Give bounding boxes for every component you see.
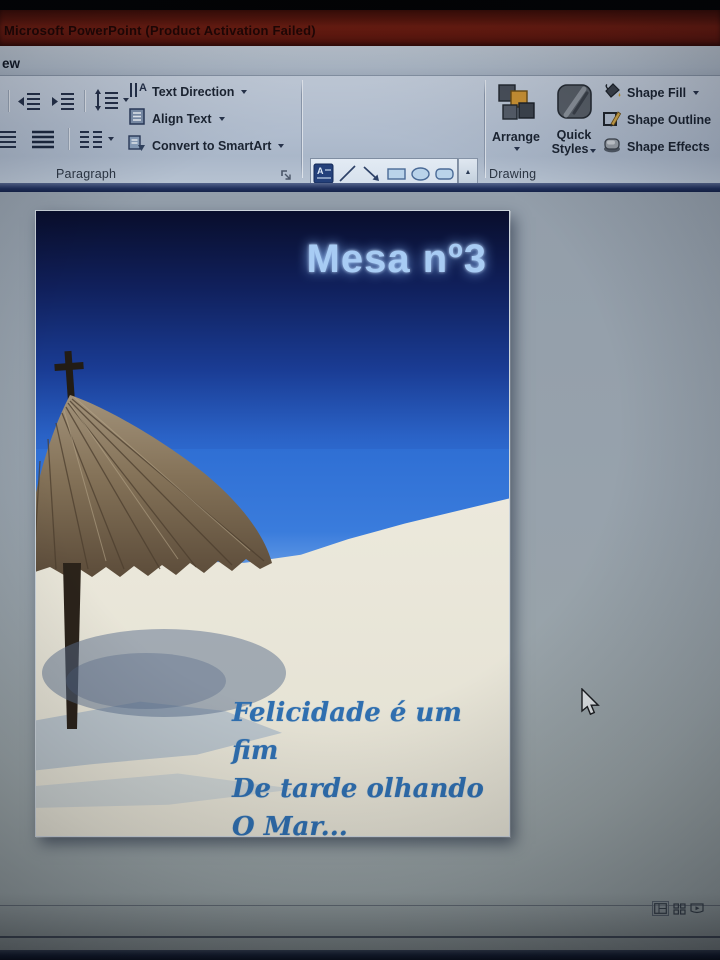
shape-outline-icon	[602, 109, 622, 132]
separator	[8, 90, 9, 112]
arrange-button[interactable]: Arrange	[487, 83, 545, 152]
caption-line: Felicidade é um fim	[232, 698, 462, 766]
arrange-icon	[495, 83, 537, 130]
ribbon-border	[0, 183, 720, 192]
normal-view-button[interactable]	[652, 901, 669, 916]
increase-indent-button[interactable]	[50, 90, 76, 112]
photo-edge	[0, 0, 720, 10]
columns-button[interactable]	[78, 128, 114, 150]
svg-text:A: A	[139, 82, 147, 94]
title-bar: Microsoft PowerPoint (Product Activation…	[0, 10, 720, 46]
text-direction-icon: A	[128, 80, 147, 104]
separator	[68, 128, 69, 150]
dropdown-caret	[590, 149, 597, 154]
caption-line: O Mar...	[232, 812, 348, 837]
ribbon: A Text Direction Align Text Convert to S…	[0, 76, 720, 244]
slide-show-view-button[interactable]	[690, 902, 704, 915]
group-separator	[484, 80, 485, 178]
taskbar-edge	[0, 950, 720, 960]
justify-button[interactable]	[30, 128, 56, 150]
dropdown-caret	[514, 147, 520, 152]
dropdown-caret	[218, 117, 225, 121]
shape-fill-icon	[602, 82, 622, 105]
shape-fill-button[interactable]: Shape Fill	[602, 82, 700, 105]
mouse-cursor	[580, 687, 602, 723]
decrease-indent-button[interactable]	[16, 90, 42, 112]
group-separator	[301, 80, 302, 178]
tab-view-partial[interactable]: ew	[2, 56, 20, 71]
status-bar-border	[0, 936, 720, 938]
dropdown-caret	[693, 91, 700, 95]
paragraph-group-label: Paragraph	[56, 167, 117, 181]
dropdown-caret	[241, 90, 248, 94]
dropdown-caret	[278, 144, 285, 148]
workspace: Mesa nº3 Felicidade é um fim De tarde ol…	[0, 192, 720, 960]
quick-styles-button[interactable]: Quick Styles	[548, 83, 600, 157]
convert-to-smartart-button[interactable]: Convert to SmartArt	[128, 134, 285, 158]
svg-text:A: A	[317, 166, 324, 176]
slide-canvas[interactable]: Mesa nº3 Felicidade é um fim De tarde ol…	[35, 210, 510, 837]
smartart-icon	[128, 134, 147, 158]
align-text-button[interactable]: Align Text	[128, 108, 225, 130]
window-title: Microsoft PowerPoint (Product Activation…	[4, 23, 316, 38]
text-direction-button[interactable]: A Text Direction	[128, 80, 248, 104]
quick-styles-icon	[554, 83, 594, 128]
align-left-button-partial[interactable]	[0, 128, 18, 150]
ribbon-tab-row: ew	[0, 46, 720, 76]
caption-line: De tarde olhando	[232, 774, 484, 804]
dropdown-caret	[108, 137, 114, 141]
line-spacing-button[interactable]	[93, 88, 129, 112]
align-text-icon	[128, 107, 147, 131]
drawing-group-label: Drawing	[489, 167, 537, 181]
view-switcher	[652, 901, 704, 916]
slide-sorter-view-button[interactable]	[673, 902, 686, 915]
shape-effects-button[interactable]: Shape Effects	[602, 136, 710, 158]
slide-title-text[interactable]: Mesa nº3	[36, 237, 487, 282]
separator	[84, 90, 85, 112]
status-bar-border	[0, 905, 720, 906]
slide-caption-text[interactable]: Felicidade é um fim De tarde olhando O M…	[232, 694, 509, 837]
shape-outline-button[interactable]: Shape Outline	[602, 109, 711, 131]
shape-effects-icon	[602, 136, 622, 159]
